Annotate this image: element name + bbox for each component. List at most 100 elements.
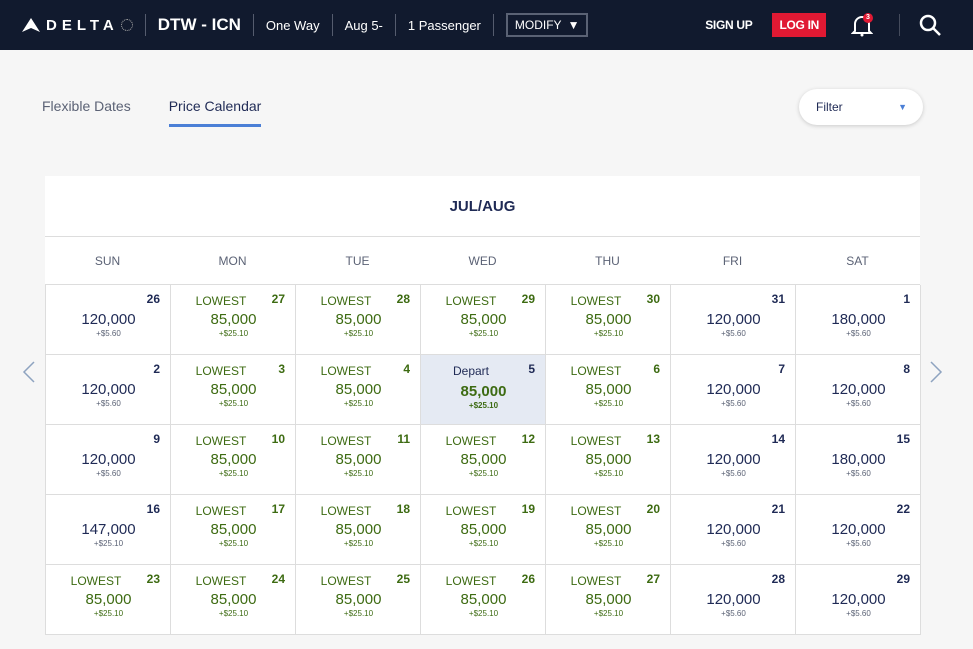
date-cell[interactable]: LOWEST 13 85,000 +$25.10 xyxy=(546,425,671,495)
date-cell[interactable]: LOWEST 27 85,000 +$25.10 xyxy=(171,285,296,355)
miles-price: 120,000 xyxy=(831,381,886,398)
miles-price: 85,000 xyxy=(460,383,507,400)
day-number: 7 xyxy=(778,362,785,376)
date-cell[interactable]: LOWEST 20 85,000 +$25.10 xyxy=(546,495,671,565)
filter-dropdown[interactable]: Filter ▼ xyxy=(799,89,923,125)
day-number: 9 xyxy=(153,432,160,446)
day-number: 2 xyxy=(153,362,160,376)
day-number: 14 xyxy=(771,432,785,446)
date-cell[interactable]: 2 120,000 +$5.60 xyxy=(46,355,171,425)
taxes-fees: +$25.10 xyxy=(218,329,249,338)
miles-price: 180,000 xyxy=(831,311,886,328)
date-cell[interactable]: LOWEST 26 85,000 +$25.10 xyxy=(421,565,546,635)
miles-price: 85,000 xyxy=(335,381,382,398)
lowest-label: LOWEST xyxy=(70,574,122,588)
taxes-fees: +$25.10 xyxy=(468,609,499,618)
day-number: 6 xyxy=(653,362,660,376)
date-cell[interactable]: 21 120,000 +$5.60 xyxy=(671,495,796,565)
sign-up-link[interactable]: SIGN UP xyxy=(705,18,753,32)
lowest-label: LOWEST xyxy=(445,574,497,588)
date-cell[interactable]: LOWEST 18 85,000 +$25.10 xyxy=(296,495,421,565)
day-number: 17 xyxy=(271,502,285,516)
taxes-fees: +$25.10 xyxy=(343,329,374,338)
miles-price: 120,000 xyxy=(81,381,136,398)
tab-price-calendar[interactable]: Price Calendar xyxy=(168,98,262,127)
miles-price: 85,000 xyxy=(460,521,507,538)
lowest-label: LOWEST xyxy=(195,294,247,308)
date-cell[interactable]: 15 180,000 +$5.60 xyxy=(796,425,921,495)
date-cell[interactable]: LOWEST 23 85,000 +$25.10 xyxy=(46,565,171,635)
miles-price: 85,000 xyxy=(210,381,257,398)
modify-button[interactable]: MODIFY ▼ xyxy=(505,13,589,37)
weekday-label: WED xyxy=(468,253,497,268)
depart-label: Depart xyxy=(452,364,490,378)
taxes-fees: +$25.10 xyxy=(343,539,374,548)
date-cell[interactable]: 14 120,000 +$5.60 xyxy=(671,425,796,495)
delta-logo[interactable]: DELTA xyxy=(22,17,133,34)
day-number: 13 xyxy=(646,432,660,446)
taxes-fees: +$25.10 xyxy=(593,469,624,478)
date-cell[interactable]: LOWEST 25 85,000 +$25.10 xyxy=(296,565,421,635)
date-cell-selected[interactable]: Depart 5 85,000 +$25.10 xyxy=(421,355,546,425)
weekday-label: TUE xyxy=(345,253,370,268)
lowest-label: LOWEST xyxy=(195,504,247,518)
day-number: 23 xyxy=(146,572,160,586)
date-cell[interactable]: LOWEST 24 85,000 +$25.10 xyxy=(171,565,296,635)
date-cell[interactable]: 28 120,000 +$5.60 xyxy=(671,565,796,635)
lowest-label: LOWEST xyxy=(570,434,622,448)
date-cell[interactable]: LOWEST 4 85,000 +$25.10 xyxy=(296,355,421,425)
date-cell[interactable]: 16 147,000 +$25.10 xyxy=(46,495,171,565)
date-cell[interactable]: 26 120,000 +$5.60 xyxy=(46,285,171,355)
day-number: 16 xyxy=(146,502,160,516)
date-cell[interactable]: LOWEST 29 85,000 +$25.10 xyxy=(421,285,546,355)
taxes-fees: +$5.60 xyxy=(846,609,871,618)
date-cell[interactable]: LOWEST 12 85,000 +$25.10 xyxy=(421,425,546,495)
weekday-label: FRI xyxy=(722,253,743,268)
date-cell[interactable]: 8 120,000 +$5.60 xyxy=(796,355,921,425)
date-cell[interactable]: LOWEST 30 85,000 +$25.10 xyxy=(546,285,671,355)
divider xyxy=(492,14,494,36)
taxes-fees: +$25.10 xyxy=(218,469,249,478)
top-nav: DELTA DTW - ICN One Way Aug 5- 1 Passeng… xyxy=(0,0,973,50)
day-number: 15 xyxy=(896,432,910,446)
taxes-fees: +$5.60 xyxy=(96,399,121,408)
date-cell[interactable]: LOWEST 27 85,000 +$25.10 xyxy=(546,565,671,635)
date-cell[interactable]: LOWEST 11 85,000 +$25.10 xyxy=(296,425,421,495)
caret-down-icon: ▼ xyxy=(898,102,907,112)
taxes-fees: +$25.10 xyxy=(343,469,374,478)
miles-price: 85,000 xyxy=(585,381,632,398)
miles-price: 85,000 xyxy=(335,591,382,608)
log-in-button[interactable]: LOG IN xyxy=(772,13,826,37)
trip-type: One Way xyxy=(265,17,320,33)
lowest-label: LOWEST xyxy=(570,364,622,378)
date-cell[interactable]: LOWEST 19 85,000 +$25.10 xyxy=(421,495,546,565)
date-cell[interactable]: LOWEST 6 85,000 +$25.10 xyxy=(546,355,671,425)
taxes-fees: +$25.10 xyxy=(593,399,624,408)
day-number: 10 xyxy=(271,432,285,446)
tab-flexible-dates[interactable]: Flexible Dates xyxy=(42,98,131,127)
date-cell[interactable]: 9 120,000 +$5.60 xyxy=(46,425,171,495)
date-cell[interactable]: 1 180,000 +$5.60 xyxy=(796,285,921,355)
taxes-fees: +$5.60 xyxy=(721,329,746,338)
date-cell[interactable]: 7 120,000 +$5.60 xyxy=(671,355,796,425)
weekday-header: SUN MON TUE WED THU FRI SAT xyxy=(45,237,920,284)
taxes-fees: +$25.10 xyxy=(218,609,249,618)
taxes-fees: +$5.60 xyxy=(846,329,871,338)
date-cell[interactable]: 31 120,000 +$5.60 xyxy=(671,285,796,355)
date-cell[interactable]: 22 120,000 +$5.60 xyxy=(796,495,921,565)
miles-price: 120,000 xyxy=(706,591,761,608)
date-cell[interactable]: 29 120,000 +$5.60 xyxy=(796,565,921,635)
view-tabs: Flexible Dates Price Calendar xyxy=(42,98,262,127)
miles-price: 85,000 xyxy=(335,311,382,328)
next-month-arrow[interactable] xyxy=(929,360,943,384)
taxes-fees: +$5.60 xyxy=(96,329,121,338)
taxes-fees: +$5.60 xyxy=(721,399,746,408)
taxes-fees: +$25.10 xyxy=(218,539,249,548)
date-cell[interactable]: LOWEST 28 85,000 +$25.10 xyxy=(296,285,421,355)
date-cell[interactable]: LOWEST 17 85,000 +$25.10 xyxy=(171,495,296,565)
notifications-button[interactable]: 3 xyxy=(850,13,875,37)
previous-month-arrow[interactable] xyxy=(22,360,36,384)
date-cell[interactable]: LOWEST 3 85,000 +$25.10 xyxy=(171,355,296,425)
search-icon[interactable] xyxy=(918,13,942,37)
date-cell[interactable]: LOWEST 10 85,000 +$25.10 xyxy=(171,425,296,495)
